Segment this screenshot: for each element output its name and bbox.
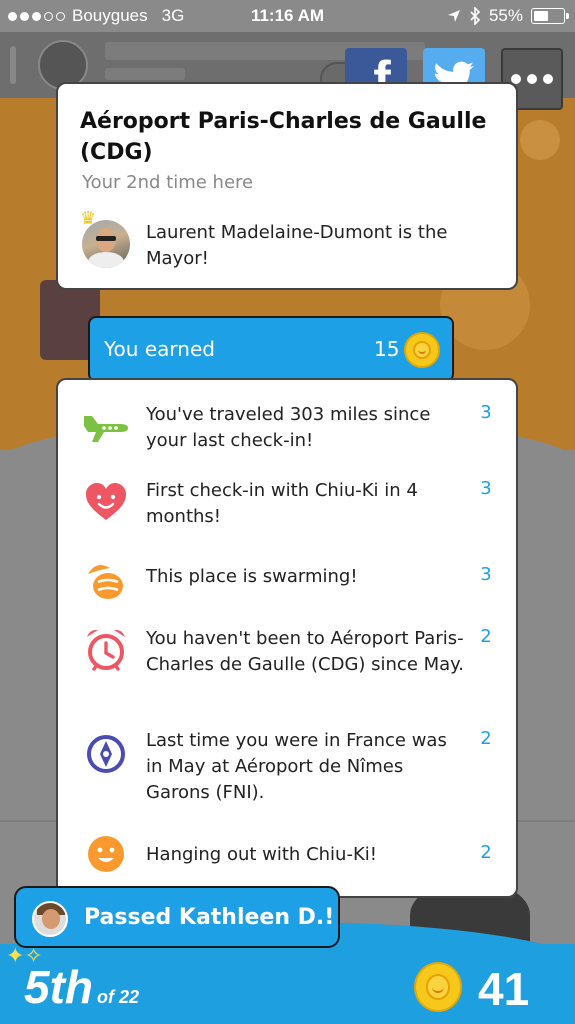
compass-icon <box>82 730 130 778</box>
mayor-text: Laurent Madelaine-Dumont is the Mayor! <box>146 222 448 269</box>
earned-item-points: 2 <box>480 842 492 863</box>
earned-item-points: 2 <box>480 626 492 647</box>
smiley-icon <box>82 830 130 878</box>
visit-count-text: Your 2nd time here <box>82 172 254 193</box>
coin-icon <box>414 962 462 1012</box>
more-dot <box>543 74 553 84</box>
heart-icon <box>82 478 130 526</box>
earned-item-text: Hanging out with Chiu-Ki! <box>146 844 377 865</box>
crown-icon: ♛ <box>80 208 97 229</box>
coin-total: 41 <box>478 963 530 1015</box>
earned-item-text: This place is swarming! <box>146 566 358 587</box>
earned-item-text: You haven't been to Aéroport Paris-Charl… <box>146 628 464 675</box>
battery-icon <box>531 8 569 24</box>
status-bar: Bouygues 3G 11:16 AM 55% <box>0 0 575 32</box>
airplane-icon <box>82 402 130 450</box>
background-subtitle-placeholder <box>105 68 185 80</box>
more-dot <box>527 74 537 84</box>
venue-title: Aéroport Paris-Charles de Gaulle (CDG) <box>80 109 487 165</box>
rank-position: 5th <box>24 961 93 1013</box>
leaderboard-rank: 5th of 22 <box>24 960 139 1014</box>
background-menu-bar <box>10 46 16 84</box>
background-search-icon <box>520 120 560 160</box>
bluetooth-icon <box>470 7 481 25</box>
earned-item-text: Last time you were in France was in May … <box>146 730 447 803</box>
venue-card: Aéroport Paris-Charles de Gaulle (CDG) Y… <box>56 82 518 290</box>
swarm-icon <box>82 558 130 606</box>
earned-header: You earned 15 <box>88 316 454 382</box>
friend-avatar <box>32 901 68 937</box>
location-arrow-icon <box>447 10 460 22</box>
rank-total: of 22 <box>97 987 140 1007</box>
earned-label: You earned <box>104 337 215 361</box>
passed-friend-text: Passed Kathleen D.! <box>84 905 335 930</box>
earned-item-text: First check-in with Chiu-Ki in 4 months! <box>146 480 418 527</box>
earned-item-points: 3 <box>480 478 492 499</box>
alarm-clock-icon <box>82 626 130 674</box>
passed-friend-banner[interactable]: Passed Kathleen D.! <box>14 886 340 948</box>
earned-item-points: 3 <box>480 564 492 585</box>
earned-item-text: You've traveled 303 miles since your las… <box>146 404 431 451</box>
earned-total: 15 <box>374 337 400 361</box>
battery-percent: 55% <box>488 6 523 25</box>
earned-list: You've traveled 303 miles since your las… <box>56 378 518 898</box>
earned-item-points: 2 <box>480 728 492 749</box>
earned-item-points: 3 <box>480 402 492 423</box>
coin-icon <box>404 332 440 368</box>
